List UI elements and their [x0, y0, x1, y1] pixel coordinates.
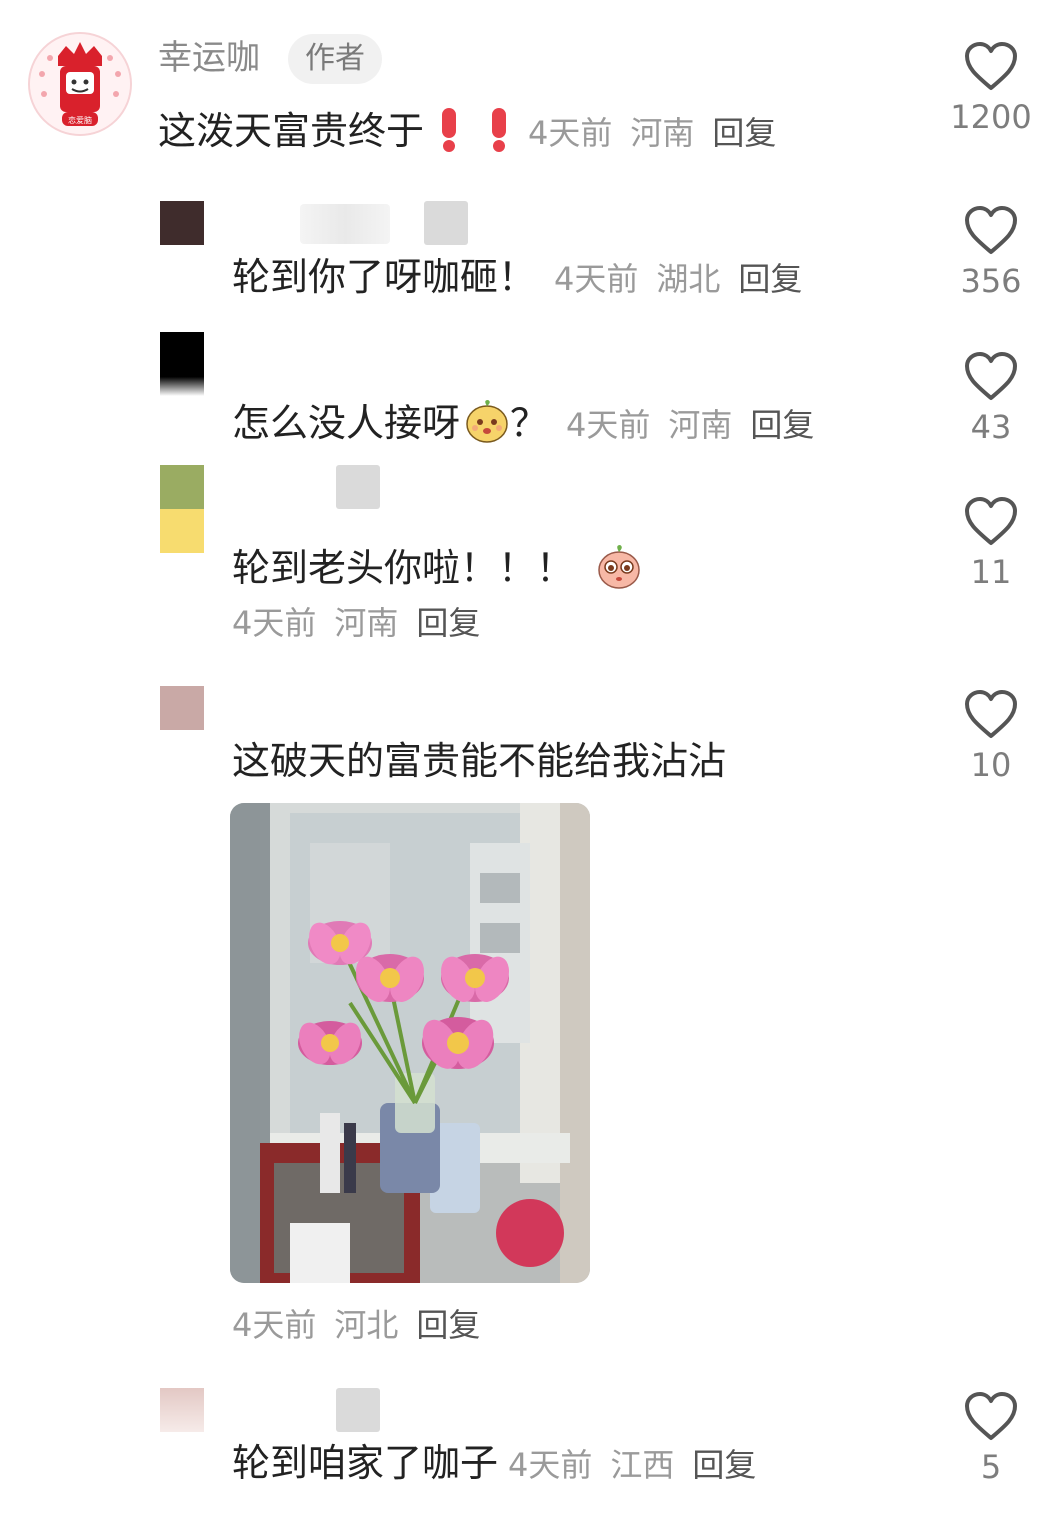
reply-row: 轮到你了呀咖砸！ 4天前 湖北 回复	[232, 254, 802, 300]
reply-meta: 4天前 河南 回复	[232, 604, 480, 642]
author-username[interactable]: 幸运咖	[158, 38, 260, 78]
reply-button[interactable]: 回复	[692, 1446, 756, 1484]
username-redacted	[336, 1388, 380, 1432]
reply-meta: 4天前 河北 回复	[232, 1306, 480, 1344]
heart-outline-icon	[965, 352, 1017, 400]
reply-meta: 4天前 江西 回复	[508, 1440, 756, 1486]
reply-row: 轮到咱家了咖子 4天前 江西 回复	[232, 1440, 756, 1486]
reply-meta: 4天前 湖北 回复	[554, 254, 802, 300]
reply-location: 河南	[668, 406, 733, 444]
reply-avatar[interactable]	[160, 686, 204, 730]
reply-photo[interactable]	[230, 803, 590, 1283]
comment-time: 4天前	[528, 114, 613, 152]
like-count: 1200	[950, 98, 1032, 136]
reply-text: 轮到咱家了咖子	[232, 1441, 499, 1485]
author-avatar[interactable]: 恋爱脑	[28, 32, 132, 136]
exclamation-icon	[488, 106, 510, 156]
reply-location: 河北	[334, 1306, 399, 1344]
like-button[interactable]: 11	[946, 495, 1036, 591]
reply-avatar[interactable]	[160, 1388, 204, 1432]
reply-button[interactable]: 回复	[738, 260, 802, 298]
reply-row: 怎么没人接呀 ？ 4天前 河南 回复	[232, 398, 814, 448]
reply-location: 江西	[610, 1446, 675, 1484]
author-comment-row: 这泼天富贵终于 4天前 河南 回复	[158, 106, 776, 156]
username-redacted	[336, 465, 380, 509]
comment-location: 河南	[630, 114, 695, 152]
reply-row: 轮到老头你啦！！！	[232, 542, 642, 594]
like-button[interactable]: 5	[946, 1390, 1036, 1486]
reply-avatar[interactable]	[160, 201, 204, 245]
like-button[interactable]: 356	[946, 204, 1036, 300]
reply-time: 4天前	[232, 1306, 317, 1344]
reply-time: 4天前	[566, 406, 651, 444]
heart-outline-icon	[965, 1392, 1017, 1440]
like-button[interactable]: 43	[946, 350, 1036, 446]
like-button[interactable]: 10	[946, 688, 1036, 784]
emoji-face-icon	[596, 542, 642, 594]
reply-meta-row: 4天前 河北 回复	[232, 1300, 480, 1346]
like-button[interactable]: 1200	[946, 40, 1036, 136]
heart-outline-icon	[965, 497, 1017, 545]
username-blurred	[300, 204, 390, 244]
reply-button[interactable]: 回复	[416, 1306, 480, 1344]
reply-text: 怎么没人接呀	[232, 401, 461, 445]
reply-time: 4天前	[508, 1446, 593, 1484]
reply-time: 4天前	[232, 604, 317, 642]
reply-text: 轮到你了呀咖砸！	[232, 255, 537, 299]
reply-row: 这破天的富贵能不能给我沾沾	[232, 738, 726, 784]
reply-meta-row: 4天前 河南 回复	[232, 598, 480, 644]
reply-button[interactable]: 回复	[750, 406, 814, 444]
reply-avatar[interactable]	[160, 465, 204, 553]
reply-location: 湖北	[656, 260, 721, 298]
like-count: 10	[970, 746, 1012, 784]
comment-meta: 4天前 河南 回复	[528, 108, 776, 154]
reply-location: 河南	[334, 604, 399, 642]
reply-text-suffix: ？	[510, 401, 549, 445]
reply-meta: 4天前 河南 回复	[566, 400, 814, 446]
heart-outline-icon	[965, 42, 1017, 90]
heart-outline-icon	[965, 206, 1017, 254]
reply-text: 轮到老头你啦！！！	[232, 546, 575, 590]
reply-text: 这破天的富贵能不能给我沾沾	[232, 739, 727, 783]
reply-button[interactable]: 回复	[416, 604, 480, 642]
heart-outline-icon	[965, 690, 1017, 738]
svg-text:恋爱脑: 恋爱脑	[68, 115, 92, 125]
comment-text: 这泼天富贵终于	[158, 109, 425, 153]
reply-time: 4天前	[554, 260, 639, 298]
reply-button[interactable]: 回复	[712, 114, 776, 152]
reply-avatar[interactable]	[160, 332, 204, 396]
like-count: 356	[960, 262, 1022, 300]
exclamation-icon	[438, 106, 460, 156]
like-count: 43	[970, 408, 1012, 446]
like-count: 5	[980, 1448, 1002, 1486]
like-count: 11	[970, 553, 1012, 591]
username-redacted	[424, 201, 468, 245]
emoji-face-icon	[464, 398, 510, 448]
author-badge: 作者	[288, 34, 382, 84]
